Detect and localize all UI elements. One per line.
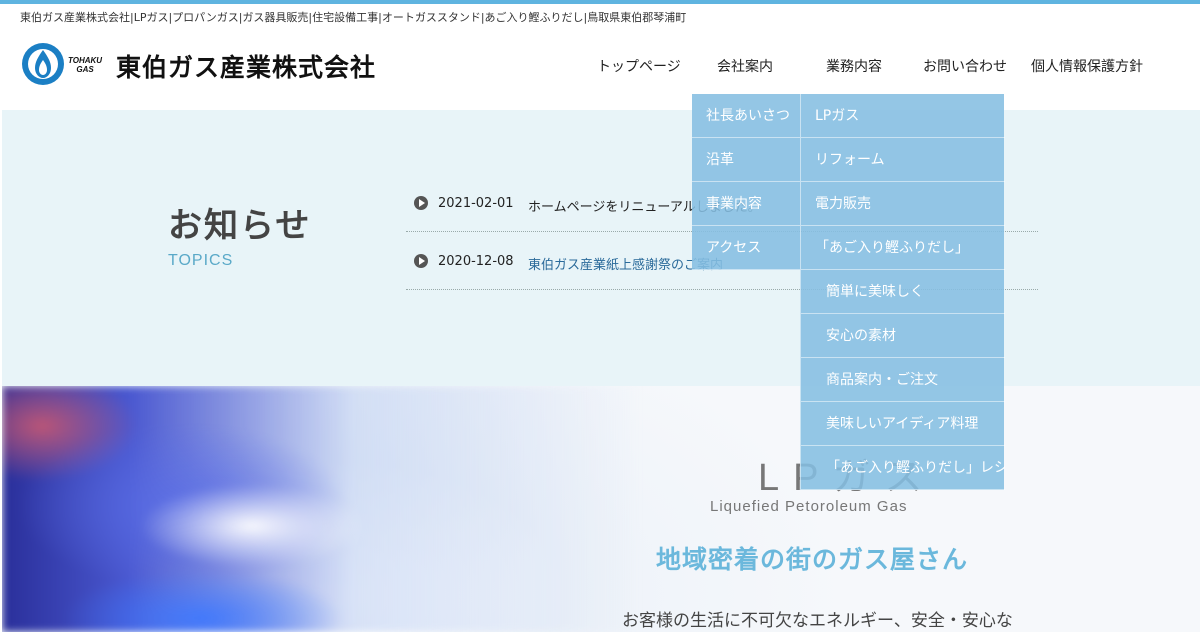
hero-subtitle-en: Liquefied Petoroleum Gas: [710, 498, 908, 515]
company-name: 東伯ガス産業株式会社: [116, 53, 377, 82]
menu-item-electricity[interactable]: 電力販売: [801, 182, 1005, 226]
menu-item-furidashi-recipe[interactable]: 「あご入り鰹ふりだし」レシピ: [801, 446, 1005, 490]
nav-privacy[interactable]: 個人情報保護方針: [1031, 56, 1143, 76]
menu-item-easy-delicious[interactable]: 簡単に美味しく: [801, 270, 1005, 314]
company-dropdown: 社長あいさつ 沿革 事業内容 アクセス: [692, 94, 800, 270]
site-tagline: 東伯ガス産業株式会社|LPガス|プロパンガス|ガス器具販売|住宅設備工事|オート…: [20, 11, 687, 24]
news-date: 2020-12-08: [438, 254, 514, 269]
menu-item-greeting[interactable]: 社長あいさつ: [692, 94, 800, 138]
play-arrow-icon: [414, 254, 428, 268]
menu-item-idea-recipes[interactable]: 美味しいアイディア料理: [801, 402, 1005, 446]
site-logo[interactable]: TOHAKU GAS 東伯ガス産業株式会社: [20, 40, 375, 88]
hero-section: LPガス Liquefied Petoroleum Gas 地域密着の街のガス屋…: [2, 386, 1200, 632]
business-dropdown: LPガス リフォーム 電力販売 「あご入り鰹ふりだし」 簡単に美味しく 安心の素…: [800, 94, 1005, 490]
menu-item-history[interactable]: 沿革: [692, 138, 800, 182]
logo-sub-line-2: GAS: [76, 65, 94, 74]
menu-item-products-order[interactable]: 商品案内・ご注文: [801, 358, 1005, 402]
news-section: お知らせ TOPICS 2021-02-01 ホームページをリニューアルしました…: [2, 110, 1200, 386]
nav-top-page[interactable]: トップページ: [597, 56, 681, 76]
gas-flame-image: [2, 386, 642, 632]
news-date: 2021-02-01: [438, 196, 514, 211]
news-title: お知らせ: [168, 206, 312, 246]
menu-item-business-content[interactable]: 事業内容: [692, 182, 800, 226]
menu-item-furidashi[interactable]: 「あご入り鰹ふりだし」: [801, 226, 1005, 270]
hero-heading: 地域密着の街のガス屋さん: [656, 545, 969, 574]
hero-text: お客様の生活に不可欠なエネルギー、安全・安心な: [622, 611, 1013, 631]
play-arrow-icon: [414, 196, 428, 210]
menu-item-safe-ingredients[interactable]: 安心の素材: [801, 314, 1005, 358]
menu-item-access[interactable]: アクセス: [692, 226, 800, 270]
nav-business[interactable]: 業務内容: [826, 56, 882, 76]
nav-contact[interactable]: お問い合わせ: [923, 56, 1007, 76]
logo-subtext: TOHAKU GAS: [68, 56, 102, 74]
logo-sub-line-1: TOHAKU: [68, 56, 103, 65]
menu-item-reform[interactable]: リフォーム: [801, 138, 1005, 182]
top-accent-bar: [0, 0, 1200, 4]
flame-logo-icon: [20, 41, 66, 87]
menu-item-lp-gas[interactable]: LPガス: [801, 94, 1005, 138]
news-subtitle: TOPICS: [168, 252, 234, 269]
nav-company[interactable]: 会社案内: [717, 56, 773, 76]
